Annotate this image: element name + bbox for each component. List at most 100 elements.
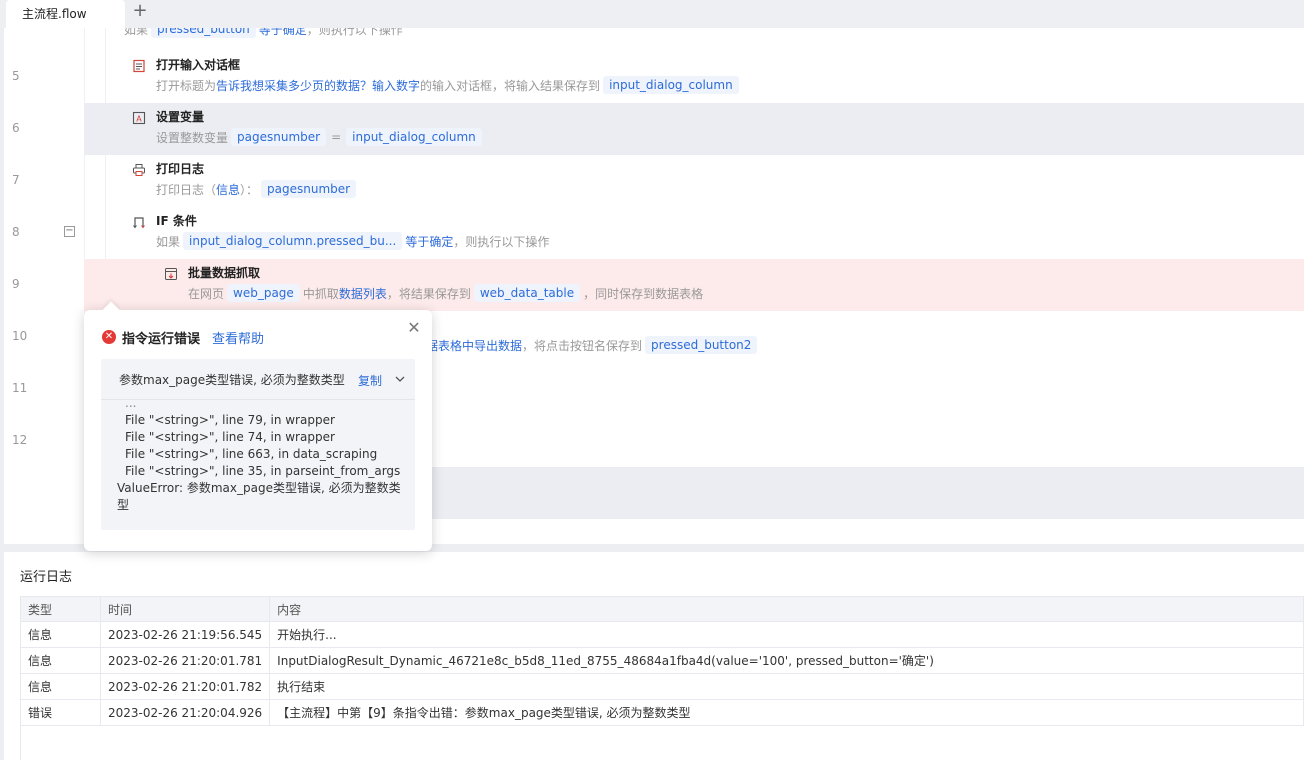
step-title: 打开输入对话框	[156, 58, 241, 72]
desc-text: ，将结果保存到	[386, 286, 471, 301]
step-description: 打印日志（ 信息 ）： pagesnumber	[156, 179, 359, 199]
if-branch-icon	[132, 215, 146, 229]
clipped-if-description: 如果 pressed_button 等于确定 ，则执行以下操作	[124, 28, 403, 42]
panel-title: 运行日志	[20, 570, 73, 585]
popup-title: 指令运行错误	[122, 332, 201, 347]
desc-text: ，则执行以下操作	[453, 234, 550, 249]
step-description: 如果 input_dialog_column.pressed_bu... 等于确…	[156, 231, 549, 251]
chevron-down-icon[interactable]	[394, 373, 406, 385]
var-chip[interactable]: web_page	[227, 284, 300, 302]
column-header-content[interactable]: 内容	[269, 596, 1304, 622]
flow-step-8[interactable]: 8 IF 条件 如果 input_dialog_column.pressed_b…	[4, 207, 1304, 259]
log-time: 2023-02-26 21:20:04.926	[99, 699, 271, 726]
flow-step-9[interactable]: 9 批量数据抓取 在网页 web_page 中抓取 数据列表 ，将结果保存到 w…	[4, 259, 1304, 311]
desc-highlight: 等于确定	[258, 28, 307, 37]
dialog-icon	[132, 59, 146, 73]
column-header-type[interactable]: 类型	[20, 596, 101, 622]
error-message: 参数max_page类型错误, 必须为整数类型	[119, 373, 345, 387]
log-table-header: 类型 时间 内容	[20, 596, 1304, 622]
step-title: 设置变量	[156, 110, 205, 124]
log-type: 信息	[20, 621, 101, 648]
copy-button[interactable]: 复制	[358, 372, 382, 389]
desc-text: ，同时保存到数据表格	[583, 286, 704, 301]
log-content: InputDialogResult_Dynamic_46721e8c_b5d8_…	[269, 647, 1304, 674]
step-title: 打印日志	[156, 162, 205, 176]
printer-icon	[132, 163, 146, 177]
var-chip[interactable]: input_dialog_column.pressed_bu...	[183, 232, 403, 250]
log-content: 【主流程】中第【9】条指令出错：参数max_page类型错误, 必须为整数类型	[269, 699, 1304, 726]
flow-step-5[interactable]: 5 打开输入对话框 打开标题为 告诉我想采集多少页的数据？ 输入数字 的输入对话…	[4, 51, 1304, 103]
desc-highlight: 信息	[216, 182, 241, 197]
trace-error: ValueError: 参数max_page类型错误, 必须为整数类型	[117, 481, 401, 512]
desc-text: 如果	[124, 28, 149, 37]
tab-bar: 主流程.flow +	[0, 0, 1304, 28]
flow-step-6[interactable]: 6 A 设置变量 设置整数变量 pagesnumber = input_dial…	[4, 103, 1304, 155]
desc-text: =	[331, 130, 342, 144]
desc-text: 的输入对话框，将输入结果保存到	[420, 78, 601, 93]
log-table-empty-area	[20, 726, 1304, 760]
run-log-panel: 运行日志 类型 时间 内容 信息 2023-02-26 21:19:56.545…	[4, 552, 1304, 760]
desc-highlight: 据表格中导出数据	[426, 338, 523, 353]
var-chip[interactable]: pagesnumber	[261, 180, 357, 198]
desc-text: 打印日志（	[156, 182, 217, 197]
desc-highlight: 输入数字	[372, 78, 421, 93]
help-link[interactable]: 查看帮助	[212, 328, 264, 347]
step-description: 打开标题为 告诉我想采集多少页的数据？ 输入数字 的输入对话框，将输入结果保存到…	[156, 75, 742, 95]
log-content: 执行结束	[269, 673, 1304, 700]
error-details: 参数max_page类型错误, 必须为整数类型 复制 ... File "<st…	[101, 359, 415, 530]
var-chip[interactable]: pressed_button	[151, 28, 256, 38]
desc-text: ，将点击按钮名保存到	[522, 338, 643, 353]
variable-icon: A	[132, 111, 146, 125]
trace-line: File "<string>", line 35, in parseint_fr…	[125, 464, 401, 478]
log-content: 开始执行...	[269, 621, 1304, 648]
flow-step-7[interactable]: 7 打印日志 打印日志（ 信息 ）： pagesnumber	[4, 155, 1304, 207]
var-chip[interactable]: web_data_table	[473, 284, 581, 302]
column-header-time[interactable]: 时间	[99, 596, 271, 622]
log-table: 类型 时间 内容 信息 2023-02-26 21:19:56.545 开始执行…	[20, 596, 1304, 726]
table-row[interactable]: 错误 2023-02-26 21:20:04.926 【主流程】中第【9】条指令…	[20, 699, 1304, 726]
step-description: 设置整数变量 pagesnumber = input_dialog_column	[156, 127, 485, 147]
trace-line: File "<string>", line 79, in wrapper	[125, 413, 335, 427]
line-number: 9	[12, 277, 20, 291]
trace-line: ...	[125, 396, 137, 410]
error-popup: ✕ 指令运行错误 查看帮助 ✕ 参数max_page类型错误, 必须为整数类型 …	[84, 301, 432, 551]
line-number: 5	[12, 69, 20, 83]
table-row[interactable]: 信息 2023-02-26 21:20:01.781 InputDialogRe…	[20, 647, 1304, 674]
var-chip[interactable]: pressed_button2	[645, 336, 758, 354]
collapse-toggle[interactable]: −	[64, 226, 75, 237]
var-chip[interactable]: input_dialog_column	[603, 76, 739, 94]
error-icon: ✕	[102, 330, 116, 344]
desc-text: 设置整数变量	[156, 130, 229, 145]
table-row[interactable]: 信息 2023-02-26 21:20:01.782 执行结束	[20, 673, 1304, 700]
line-number: 8	[12, 225, 20, 239]
step-title: 批量数据抓取	[188, 266, 261, 280]
step-description: 在网页 web_page 中抓取 数据列表 ，将结果保存到 web_data_t…	[188, 283, 703, 303]
add-tab-button[interactable]: +	[130, 2, 150, 22]
step-title: IF 条件	[156, 214, 197, 228]
log-time: 2023-02-26 21:20:01.781	[99, 647, 271, 674]
desc-highlight: 数据列表	[338, 286, 387, 301]
log-type: 错误	[20, 699, 101, 726]
desc-text: 在网页	[188, 286, 225, 301]
tab-main-flow[interactable]: 主流程.flow	[6, 0, 125, 28]
desc-text: ）：	[240, 182, 259, 197]
line-number: 6	[12, 121, 20, 135]
line-number: 7	[12, 173, 20, 187]
desc-highlight: 等于确定	[405, 234, 454, 249]
svg-text:A: A	[136, 115, 142, 124]
line-number: 12	[12, 433, 28, 447]
error-summary[interactable]: 参数max_page类型错误, 必须为整数类型 复制	[101, 359, 415, 400]
var-chip[interactable]: pagesnumber	[231, 128, 327, 146]
desc-text: 如果	[156, 234, 181, 249]
close-icon[interactable]: ✕	[406, 320, 422, 336]
line-number: 11	[12, 381, 28, 395]
var-chip[interactable]: input_dialog_column	[346, 128, 482, 146]
step-description: 据表格中导出数据 ，将点击按钮名保存到 pressed_button2	[426, 335, 760, 355]
desc-text: 打开标题为	[156, 78, 217, 93]
log-time: 2023-02-26 21:19:56.545	[99, 621, 271, 648]
desc-text: 中抓取	[302, 286, 339, 301]
line-number: 10	[12, 329, 28, 343]
table-row[interactable]: 信息 2023-02-26 21:19:56.545 开始执行...	[20, 621, 1304, 648]
log-time: 2023-02-26 21:20:01.782	[99, 673, 271, 700]
desc-text: ，则执行以下操作	[306, 28, 403, 37]
